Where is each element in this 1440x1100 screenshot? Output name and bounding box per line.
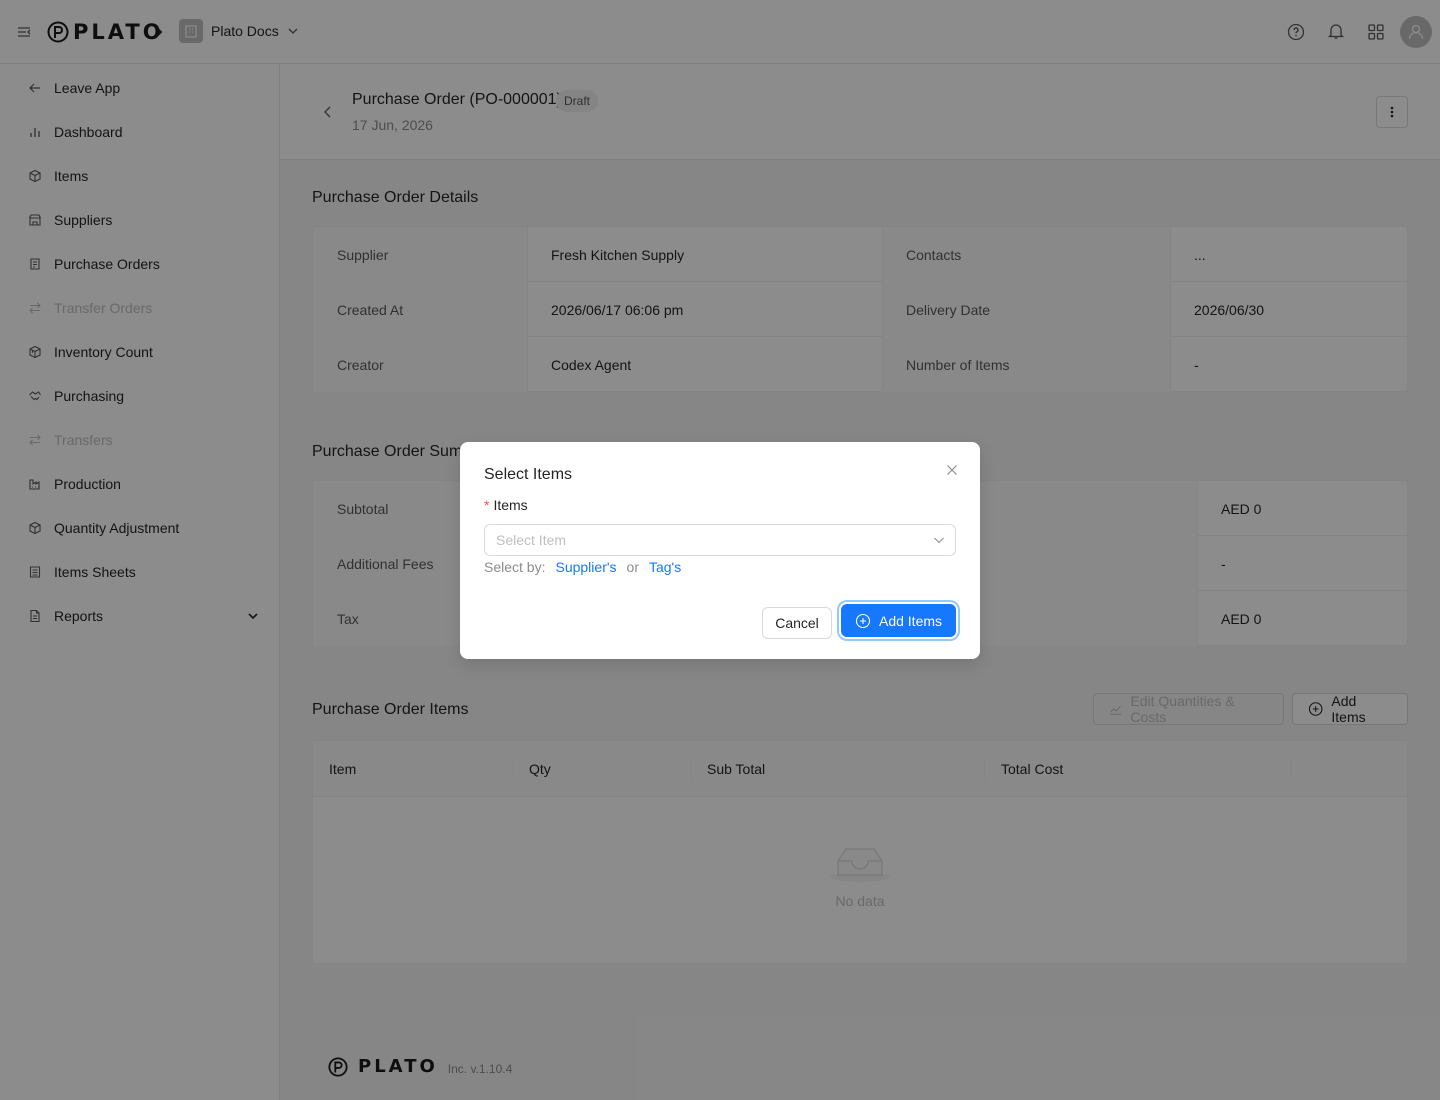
required-mark: * bbox=[484, 497, 490, 513]
modal-title: Select Items bbox=[484, 466, 573, 483]
confirm-label: Add Items bbox=[878, 612, 943, 629]
confirm-add-items-button[interactable]: Add Items bbox=[841, 604, 956, 637]
close-icon[interactable] bbox=[945, 463, 959, 477]
items-field-label: * Items bbox=[484, 497, 528, 513]
select-by-or: or bbox=[626, 559, 639, 575]
chevron-down-icon bbox=[934, 537, 944, 544]
select-items-modal: Select Items * Items Select Item Select b… bbox=[460, 442, 980, 659]
select-by-tag-link[interactable]: Tag's bbox=[649, 559, 681, 575]
select-by-row: Select by: Supplier's or Tag's bbox=[484, 559, 681, 575]
plus-circle-icon bbox=[855, 613, 871, 628]
select-by-supplier-link[interactable]: Supplier's bbox=[555, 559, 616, 575]
items-label-text: Items bbox=[493, 497, 528, 513]
item-select-placeholder: Select Item bbox=[496, 532, 567, 548]
select-by-label: Select by: bbox=[484, 559, 546, 575]
cancel-button[interactable]: Cancel bbox=[762, 607, 832, 639]
item-select[interactable]: Select Item bbox=[484, 524, 956, 556]
